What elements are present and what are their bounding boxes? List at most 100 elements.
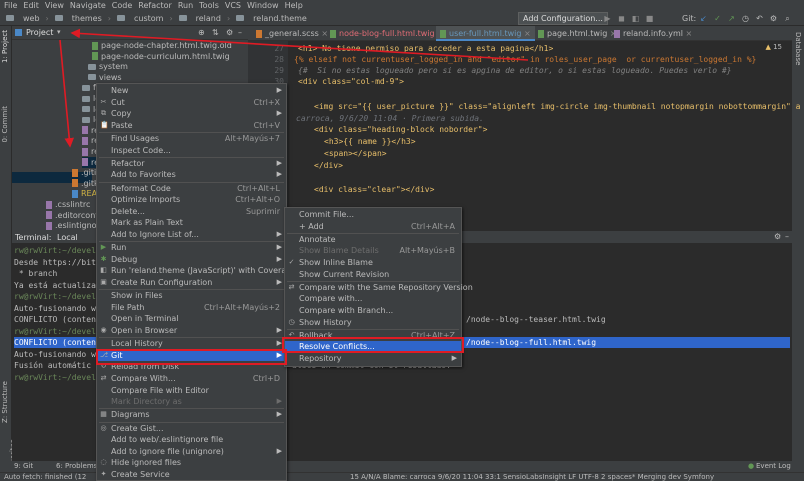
editor-tab[interactable]: reland.info.yml ×: [610, 26, 696, 41]
menu-file[interactable]: File: [4, 0, 17, 11]
git-tool-tab[interactable]: 9: Git: [14, 462, 33, 470]
coverage-icon[interactable]: ◧: [630, 13, 641, 24]
git-rollback-icon[interactable]: ↶: [754, 13, 765, 24]
context-menu-item-show-in-files[interactable]: Show in Files: [97, 290, 286, 302]
git-menu-item-show-history[interactable]: ◷ Show History: [285, 317, 461, 329]
context-menu-item-add-to-ignore-file-unignore[interactable]: Add to ignore file (unignore) ▶: [97, 446, 286, 458]
git-history-icon[interactable]: ◷: [740, 13, 751, 24]
chevron-down-icon[interactable]: ▾: [57, 28, 61, 36]
inspection-widget[interactable]: ▲ 15: [765, 43, 782, 51]
context-menu-item-add-to-web-eslintignore-file[interactable]: Add to web/.eslintignore file: [97, 434, 286, 446]
code-editor[interactable]: 272829303132 ▲ 15 <h1> No tiene permiso …: [248, 41, 800, 227]
context-menu-item-paste[interactable]: 📋 Paste Ctrl+V: [97, 120, 286, 132]
menu-code[interactable]: Code: [112, 0, 132, 11]
close-icon[interactable]: ×: [683, 29, 693, 38]
context-menu-item-hide-ignored-files[interactable]: ◌ Hide ignored files: [97, 457, 286, 469]
context-menu-item-create-service[interactable]: ✦ Create Service: [97, 469, 286, 481]
context-menu-item-file-path[interactable]: File Path Ctrl+Alt+Mayús+2: [97, 302, 286, 314]
minimize-icon[interactable]: –: [238, 28, 242, 37]
git-menu-item-show-inline-blame[interactable]: ✓ Show Inline Blame: [285, 257, 461, 269]
context-menu-item-add-to-favorites[interactable]: Add to Favorites ▶: [97, 169, 286, 181]
problems-tool-tab[interactable]: 6: Problems: [56, 462, 97, 470]
event-log-tab[interactable]: Event Log: [756, 462, 791, 470]
menu-refactor[interactable]: Refactor: [138, 0, 172, 11]
context-menu-item-diagrams[interactable]: ▦ Diagrams ▶: [97, 409, 286, 421]
context-menu-item-reformat-code[interactable]: Reformat Code Ctrl+Alt+L: [97, 183, 286, 195]
terminal-tab-local[interactable]: Local: [57, 233, 78, 242]
status-widgets[interactable]: 15 A/N/A Blame: carroca 9/6/20 11:04 33:…: [350, 473, 714, 481]
gear-icon[interactable]: ⚙: [226, 28, 233, 37]
debug-icon[interactable]: ◼: [616, 13, 627, 24]
git-menu-item-compare-with-the-same-repository-version[interactable]: ⇄ Compare with the Same Repository Versio…: [285, 282, 473, 294]
minimize-icon[interactable]: –: [785, 232, 789, 241]
project-tool-tab[interactable]: 1: Project: [1, 30, 9, 63]
git-update-icon[interactable]: ↙: [698, 13, 709, 24]
editor-tab[interactable]: _general.scss ×: [252, 26, 332, 41]
context-menu-item-create-gist[interactable]: ◎ Create Gist...: [97, 423, 286, 435]
menu-edit[interactable]: Edit: [23, 0, 39, 11]
close-icon[interactable]: ×: [521, 29, 531, 38]
settings-icon[interactable]: ⚙: [768, 13, 779, 24]
git-menu-item-add[interactable]: + Add Ctrl+Alt+A: [285, 221, 461, 233]
context-menu-item-debug[interactable]: ✱ Debug ▶: [97, 254, 286, 266]
editor-tab[interactable]: user-full.html.twig ×: [436, 26, 535, 41]
breadcrumb-item[interactable]: reland: [196, 14, 221, 23]
context-menu-item-run-reland-theme-javascript-with-coverage[interactable]: ◧ Run 'reland.theme (JavaScript)' with Co…: [97, 265, 296, 277]
context-menu-item-open-in-browser[interactable]: ◉ Open in Browser ▶: [97, 325, 286, 337]
search-icon[interactable]: ⌕: [782, 13, 793, 24]
git-menu-item-show-blame-details[interactable]: Show Blame Details Alt+Mayús+B: [285, 245, 461, 257]
breadcrumb-item[interactable]: themes: [72, 14, 102, 23]
breadcrumb-item[interactable]: custom: [134, 14, 163, 23]
menu-vcs[interactable]: VCS: [225, 0, 241, 11]
locate-icon[interactable]: ⊕: [198, 28, 205, 37]
context-menu-item-compare-file-with-editor[interactable]: Compare File with Editor: [97, 385, 286, 397]
tree-item[interactable]: page-node-curriculum.html.twig: [92, 51, 230, 62]
tree-item[interactable]: system: [88, 61, 128, 72]
context-menu-item-inspect-code[interactable]: Inspect Code...: [97, 145, 286, 157]
context-menu-item-find-usages[interactable]: Find Usages Alt+Mayús+7: [97, 133, 286, 145]
context-menu-item-add-to-ignore-list-of[interactable]: Add to Ignore List of... ▶: [97, 229, 286, 241]
commit-tool-tab[interactable]: 0: Commit: [1, 106, 9, 143]
git-menu-item-repository[interactable]: Repository ▶: [285, 353, 461, 365]
run-icon[interactable]: ▶: [602, 13, 613, 24]
menu-tools[interactable]: Tools: [199, 0, 219, 11]
context-menu-item-mark-directory-as[interactable]: Mark Directory as ▶: [97, 396, 286, 408]
menu-view[interactable]: View: [45, 0, 64, 11]
project-title[interactable]: Project: [26, 28, 53, 37]
git-menu-item-commit-file[interactable]: Commit File...: [285, 209, 461, 221]
structure-tool-tab[interactable]: Z: Structure: [1, 381, 9, 423]
menu-help[interactable]: Help: [285, 0, 303, 11]
git-menu-item-compare-with-branch[interactable]: Compare with Branch...: [285, 305, 461, 317]
git-push-icon[interactable]: ↗: [726, 13, 737, 24]
context-menu-item-open-in-terminal[interactable]: Open in Terminal: [97, 313, 286, 325]
context-menu-item-optimize-imports[interactable]: Optimize Imports Ctrl+Alt+O: [97, 194, 286, 206]
gear-icon[interactable]: ⚙: [774, 232, 781, 241]
context-menu-item-create-run-configuration[interactable]: ▣ Create Run Configuration ▶: [97, 277, 286, 289]
tree-item[interactable]: .csslintrc: [46, 199, 90, 210]
context-menu-item-delete[interactable]: Delete... Suprimir: [97, 206, 286, 218]
git-commit-icon[interactable]: ✓: [712, 13, 723, 24]
context-menu-item-new[interactable]: New ▶: [97, 85, 286, 97]
menu-navigate[interactable]: Navigate: [70, 0, 106, 11]
database-tool-tab[interactable]: Database: [794, 32, 802, 65]
git-menu-item-show-current-revision[interactable]: Show Current Revision: [285, 269, 461, 281]
tree-item[interactable]: page-node-chapter.html.twig.old: [92, 40, 232, 51]
menu-run[interactable]: Run: [178, 0, 193, 11]
menu-window[interactable]: Window: [247, 0, 279, 11]
git-menu-item-annotate[interactable]: Annotate: [285, 234, 461, 246]
context-menu-item-run[interactable]: ▶ Run ▶: [97, 242, 286, 254]
breadcrumb-item[interactable]: reland.theme: [253, 14, 307, 23]
add-configuration-button[interactable]: Add Configuration...: [518, 12, 608, 25]
context-menu-item-copy[interactable]: ⧉ Copy ▶: [97, 108, 286, 120]
context-menu-item-refactor[interactable]: Refactor ▶: [97, 158, 286, 170]
context-menu-item-cut[interactable]: ✂ Cut Ctrl+X: [97, 97, 286, 109]
tree-item[interactable]: views: [88, 72, 122, 83]
collapse-icon[interactable]: ⇅: [212, 28, 219, 37]
context-menu-item-compare-with[interactable]: ⇄ Compare With... Ctrl+D: [97, 373, 286, 385]
editor-tab[interactable]: node-blog-full.html.twig ×: [326, 26, 448, 41]
editor-tab[interactable]: page.html.twig ×: [534, 26, 621, 41]
context-menu-item-mark-as-plain-text[interactable]: Mark as Plain Text: [97, 217, 286, 229]
breadcrumb-item[interactable]: web: [23, 14, 40, 23]
git-menu-item-compare-with[interactable]: Compare with...: [285, 293, 461, 305]
stop-icon[interactable]: ■: [644, 13, 655, 24]
